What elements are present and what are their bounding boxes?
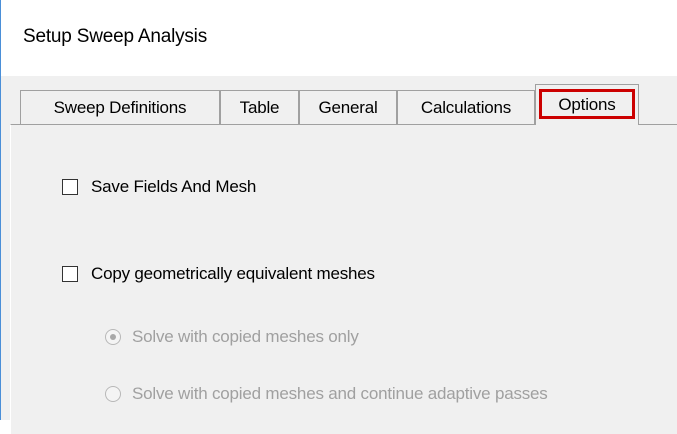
solve-copied-continue-radio[interactable] — [105, 386, 121, 402]
save-fields-checkbox[interactable] — [62, 179, 78, 195]
tab-general[interactable]: General — [299, 90, 397, 124]
solve-copied-continue-label: Solve with copied meshes and continue ad… — [132, 384, 548, 403]
solve-copied-continue-option[interactable]: Solve with copied meshes and continue ad… — [105, 384, 548, 404]
title-bar: Setup Sweep Analysis — [0, 0, 677, 76]
copy-meshes-option[interactable]: Copy geometrically equivalent meshes — [62, 264, 375, 284]
window-title: Setup Sweep Analysis — [23, 26, 208, 47]
tab-label: Sweep Definitions — [53, 97, 187, 117]
copy-meshes-checkbox[interactable] — [62, 266, 78, 282]
save-fields-option[interactable]: Save Fields And Mesh — [62, 177, 256, 197]
tab-label: Table — [239, 97, 280, 117]
tab-label: General — [318, 97, 378, 117]
copy-meshes-label: Copy geometrically equivalent meshes — [91, 264, 375, 283]
tab-sweep-definitions[interactable]: Sweep Definitions — [20, 90, 220, 124]
tab-table[interactable]: Table — [220, 90, 299, 124]
tab-label: Options — [558, 95, 616, 114]
tab-calculations[interactable]: Calculations — [397, 90, 535, 124]
solve-copied-only-radio[interactable] — [105, 329, 121, 345]
solve-copied-only-label: Solve with copied meshes only — [132, 327, 359, 346]
tab-label: Calculations — [420, 97, 512, 117]
save-fields-label: Save Fields And Mesh — [91, 177, 257, 196]
solve-copied-only-option[interactable]: Solve with copied meshes only — [105, 327, 359, 347]
tab-strip: Sweep Definitions Table General Calculat… — [10, 76, 677, 126]
setup-sweep-analysis-dialog: Setup Sweep Analysis Sweep Definitions T… — [0, 0, 677, 434]
window-border — [0, 76, 1, 420]
tab-options[interactable]: Options — [535, 84, 639, 125]
